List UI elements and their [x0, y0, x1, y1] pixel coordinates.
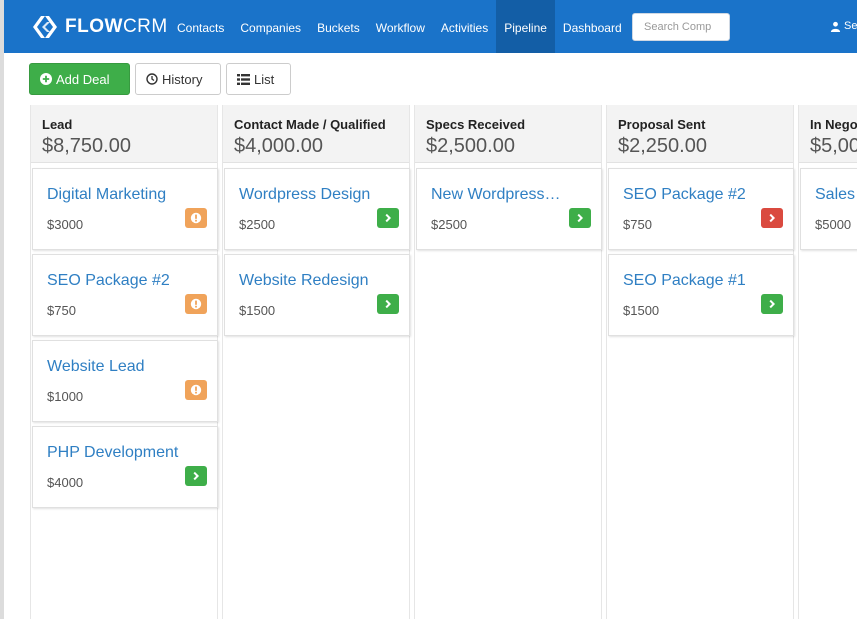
list-button[interactable]: List — [226, 63, 291, 95]
pipeline-column-in-negotiation: In Nego $5,00 Sales I $5000 — [798, 105, 857, 619]
deal-title[interactable]: PHP Development — [47, 443, 178, 463]
pipeline-toolbar: Add Deal History List — [29, 63, 296, 95]
chevron-right-icon[interactable] — [761, 208, 783, 228]
deal-title[interactable]: Sales I — [815, 185, 857, 205]
deal-amount: $1000 — [47, 389, 84, 404]
user-icon — [830, 21, 841, 32]
deal-title[interactable]: Website Lead — [47, 357, 145, 377]
column-name: Contact Made / Qualified — [234, 117, 386, 132]
chevron-right-icon[interactable] — [761, 294, 783, 314]
deal-card[interactable]: Digital Marketing $3000 — [32, 168, 218, 250]
nav-item-dashboard[interactable]: Dashboard — [555, 0, 630, 53]
deal-card[interactable]: Website Lead $1000 — [32, 340, 218, 422]
deal-card[interactable]: Wordpress Design $2500 — [224, 168, 410, 250]
list-label: List — [254, 71, 275, 87]
user-menu[interactable]: Se — [830, 20, 857, 32]
brand-name: FLOWCRM — [65, 16, 168, 37]
nav-item-pipeline[interactable]: Pipeline — [496, 0, 555, 53]
nav-item-workflow[interactable]: Workflow — [368, 0, 433, 53]
column-total: $2,500.00 — [426, 135, 515, 157]
add-deal-button[interactable]: Add Deal — [29, 63, 130, 95]
list-icon — [237, 73, 250, 85]
deal-amount: $750 — [623, 217, 652, 232]
deal-title[interactable]: SEO Package #2 — [47, 271, 170, 291]
clock-icon — [146, 73, 158, 85]
column-total: $2,250.00 — [618, 135, 707, 157]
deal-amount: $2500 — [431, 217, 468, 232]
deal-title[interactable]: Digital Marketing — [47, 185, 166, 205]
info-icon[interactable] — [185, 294, 207, 314]
deal-title[interactable]: SEO Package #1 — [623, 271, 746, 291]
column-name: In Nego — [810, 117, 857, 132]
pipeline-board: Lead $8,750.00 Digital Marketing $3000 S… — [30, 105, 857, 619]
column-header: Lead $8,750.00 — [31, 105, 217, 163]
history-label: History — [162, 71, 203, 87]
chevron-right-icon[interactable] — [569, 208, 591, 228]
pipeline-column-proposal-sent: Proposal Sent $2,250.00 SEO Package #2 $… — [606, 105, 794, 619]
deal-title[interactable]: Wordpress Design — [239, 185, 370, 205]
deal-amount: $3000 — [47, 217, 84, 232]
deal-amount: $2500 — [239, 217, 276, 232]
deal-card[interactable]: Sales I $5000 — [800, 168, 857, 250]
info-icon[interactable] — [185, 380, 207, 400]
column-header: Specs Received $2,500.00 — [415, 105, 601, 163]
pipeline-column-lead: Lead $8,750.00 Digital Marketing $3000 S… — [30, 105, 218, 619]
deal-card[interactable]: SEO Package #1 $1500 — [608, 254, 794, 336]
search-input[interactable]: Search Comp — [632, 13, 730, 41]
deal-card[interactable]: SEO Package #2 $750 — [608, 168, 794, 250]
deal-amount: $750 — [47, 303, 76, 318]
deal-amount: $1500 — [623, 303, 660, 318]
plus-circle-icon — [40, 73, 52, 85]
deal-amount: $5000 — [815, 217, 852, 232]
pipeline-column-specs-received: Specs Received $2,500.00 New Wordpress… … — [414, 105, 602, 619]
deal-card[interactable]: Website Redesign $1500 — [224, 254, 410, 336]
nav-item-contacts[interactable]: Contacts — [169, 0, 232, 53]
deal-amount: $1500 — [239, 303, 276, 318]
nav-item-activities[interactable]: Activities — [433, 0, 496, 53]
column-total: $5,00 — [810, 135, 857, 157]
column-header: In Nego $5,00 — [799, 105, 857, 163]
nav-item-companies[interactable]: Companies — [232, 0, 309, 53]
chevron-right-icon[interactable] — [377, 294, 399, 314]
history-button[interactable]: History — [135, 63, 221, 95]
column-header: Proposal Sent $2,250.00 — [607, 105, 793, 163]
deal-title[interactable]: SEO Package #2 — [623, 185, 746, 205]
brand-logo[interactable]: FLOWCRM — [30, 13, 168, 41]
deal-card[interactable]: New Wordpress… $2500 — [416, 168, 602, 250]
deal-amount: $4000 — [47, 475, 84, 490]
user-menu-label: Se — [844, 20, 857, 32]
nav-item-buckets[interactable]: Buckets — [309, 0, 368, 53]
column-total: $4,000.00 — [234, 135, 323, 157]
deal-title[interactable]: New Wordpress… — [431, 185, 561, 205]
column-header: Contact Made / Qualified $4,000.00 — [223, 105, 409, 163]
column-name: Specs Received — [426, 117, 526, 132]
column-name: Lead — [42, 117, 73, 132]
pipeline-column-contact-made: Contact Made / Qualified $4,000.00 Wordp… — [222, 105, 410, 619]
window-left-edge — [0, 0, 4, 619]
info-icon[interactable] — [185, 208, 207, 228]
nav-menu: Contacts Companies Buckets Workflow Acti… — [169, 0, 630, 53]
column-total: $8,750.00 — [42, 135, 131, 157]
column-name: Proposal Sent — [618, 117, 706, 132]
chevron-right-icon[interactable] — [377, 208, 399, 228]
top-navbar: FLOWCRM Contacts Companies Buckets Workf… — [4, 0, 857, 53]
deal-title[interactable]: Website Redesign — [239, 271, 369, 291]
deal-card[interactable]: PHP Development $4000 — [32, 426, 218, 508]
flow-logo-icon — [33, 16, 57, 38]
add-deal-label: Add Deal — [56, 71, 110, 87]
chevron-right-icon[interactable] — [185, 466, 207, 486]
deal-card[interactable]: SEO Package #2 $750 — [32, 254, 218, 336]
